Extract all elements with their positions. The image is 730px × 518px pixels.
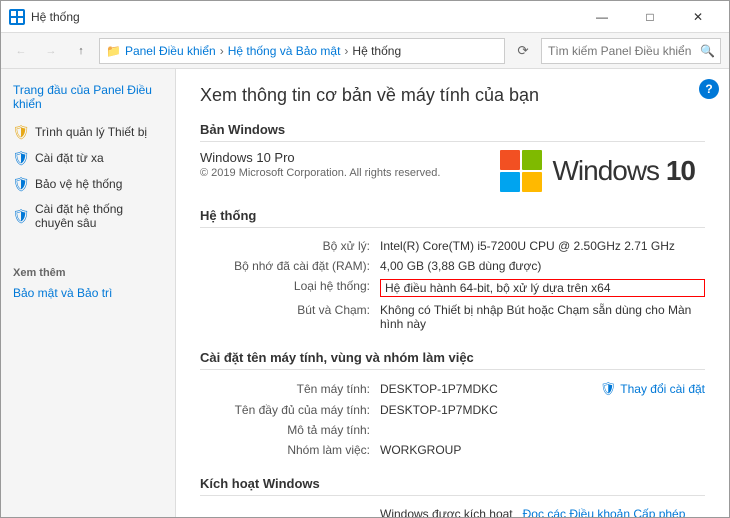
sidebar-item-device-manager[interactable]: 🛡 Trình quản lý Thiết bị xyxy=(1,119,175,145)
window-icon xyxy=(9,9,25,25)
page-title: Xem thông tin cơ bản về máy tính của bạn xyxy=(200,85,705,106)
address-bar: ← → ↑ 📁 Panel Điều khiển › Hệ thống và B… xyxy=(1,33,729,69)
os-type-value: Hệ điều hành 64-bit, bộ xử lý dựa trên x… xyxy=(380,279,705,297)
content-area: ? Xem thông tin cơ bản về máy tính của b… xyxy=(176,69,729,517)
computer-name-section: Cài đặt tên máy tính, vùng và nhóm làm v… xyxy=(200,350,705,460)
description-label: Mô tả máy tính: xyxy=(200,423,380,437)
breadcrumb-sep-1: › xyxy=(220,44,224,58)
activation-status-label xyxy=(200,507,380,517)
workgroup-label: Nhóm làm việc: xyxy=(200,443,380,457)
description-value xyxy=(380,423,705,437)
sidebar-item-system-protection[interactable]: 🛡 Bảo vệ hệ thống xyxy=(1,171,175,197)
main-window: Hệ thống — □ ✕ ← → ↑ 📁 Panel Điều khiển … xyxy=(0,0,730,518)
os-type-row: Loại hệ thống: Hệ điều hành 64-bit, bộ x… xyxy=(200,276,705,300)
computer-name-table: Tên máy tính: DESKTOP-1P7MDKC 🛡 Thay đổi… xyxy=(200,378,705,460)
see-also-title: Xem thêm xyxy=(1,255,175,283)
sidebar-item-label-device: Trình quản lý Thiết bị xyxy=(35,125,147,139)
activation-status-text: Windows được kích hoạt Đọc các Điều khoả… xyxy=(380,507,705,517)
windows-section: Bản Windows Windows 10 Pro © 2019 Micros… xyxy=(200,122,705,192)
description-row: Mô tả máy tính: xyxy=(200,420,705,440)
os-type-label: Loại hệ thống: xyxy=(200,279,380,297)
sidebar-home-link[interactable]: Trang đầu của Panel Điều khiển xyxy=(1,79,175,119)
ram-row: Bộ nhớ đã cài đặt (RAM): 4,00 GB (3,88 G… xyxy=(200,256,705,276)
breadcrumb-bar: 📁 Panel Điều khiển › Hệ thống và Bảo mật… xyxy=(99,38,505,64)
shield-icon-blue-3: 🛡 xyxy=(13,208,29,224)
cpu-row: Bộ xử lý: Intel(R) Core(TM) i5-7200U CPU… xyxy=(200,236,705,256)
title-bar-left: Hệ thống xyxy=(9,9,80,25)
activation-status-row: Windows được kích hoạt Đọc các Điều khoả… xyxy=(200,504,705,517)
shield-icon-blue-2: 🛡 xyxy=(13,176,29,192)
sidebar-link-security[interactable]: Bảo mật và Bảo trì xyxy=(1,283,175,303)
sidebar-item-remote[interactable]: 🛡 Cài đặt từ xa xyxy=(1,145,175,171)
breadcrumb-current: Hệ thống xyxy=(352,44,401,58)
flag-pane-yellow xyxy=(522,172,542,192)
windows-version-text: 10 xyxy=(666,155,695,186)
sidebar-item-advanced[interactable]: 🛡 Cài đặt hệ thống chuyên sâu xyxy=(1,197,175,235)
window-controls: — □ ✕ xyxy=(579,3,721,31)
full-name-label: Tên đầy đủ của máy tính: xyxy=(200,403,380,417)
pc-name-row: Tên máy tính: DESKTOP-1P7MDKC 🛡 Thay đổi… xyxy=(200,378,705,400)
system-info-table: Bộ xử lý: Intel(R) Core(TM) i5-7200U CPU… xyxy=(200,236,705,334)
computer-name-header: Cài đặt tên máy tính, vùng và nhóm làm v… xyxy=(200,350,705,370)
close-button[interactable]: ✕ xyxy=(675,3,721,31)
workgroup-row: Nhóm làm việc: WORKGROUP xyxy=(200,440,705,460)
folder-icon: 📁 xyxy=(106,44,121,58)
search-wrapper: 🔍 xyxy=(541,38,721,64)
pen-touch-label: Bút và Chạm: xyxy=(200,303,380,331)
windows-text: Windows xyxy=(552,155,659,186)
shield-icon-yellow: 🛡 xyxy=(13,124,29,140)
windows-logo: Windows 10 xyxy=(500,150,705,192)
title-bar: Hệ thống — □ ✕ xyxy=(1,1,729,33)
change-settings-button[interactable]: 🛡 Thay đổi cài đặt xyxy=(600,381,705,397)
back-button[interactable]: ← xyxy=(9,39,33,63)
pc-name-label: Tên máy tính: xyxy=(200,382,380,396)
up-button[interactable]: ↑ xyxy=(69,39,93,63)
pen-touch-value: Không có Thiết bị nhập Bút hoặc Chạm sẵn… xyxy=(380,303,705,331)
windows-copyright: © 2019 Microsoft Corporation. All rights… xyxy=(200,167,480,179)
forward-button[interactable]: → xyxy=(39,39,63,63)
flag-pane-red xyxy=(500,150,520,170)
workgroup-value: WORKGROUP xyxy=(380,443,705,457)
ram-value: 4,00 GB (3,88 GB dùng được) xyxy=(380,259,705,273)
pc-name-value: DESKTOP-1P7MDKC xyxy=(380,382,600,396)
system-section: Hệ thống Bộ xử lý: Intel(R) Core(TM) i5-… xyxy=(200,208,705,334)
windows-section-header: Bản Windows xyxy=(200,122,705,142)
breadcrumb-system-security[interactable]: Hệ thống và Bảo mật xyxy=(228,44,341,58)
cpu-label: Bộ xử lý: xyxy=(200,239,380,253)
help-button[interactable]: ? xyxy=(699,79,719,99)
full-name-value: DESKTOP-1P7MDKC xyxy=(380,403,705,417)
windows-flag-icon xyxy=(500,150,542,192)
breadcrumb-panel[interactable]: Panel Điều khiển xyxy=(125,44,216,58)
windows-info-row: Windows 10 Pro © 2019 Microsoft Corporat… xyxy=(200,150,705,192)
change-settings-label: Thay đổi cài đặt xyxy=(620,382,705,396)
activation-header: Kích hoạt Windows xyxy=(200,476,705,496)
system-section-header: Hệ thống xyxy=(200,208,705,228)
shield-change-icon: 🛡 xyxy=(600,381,617,397)
shield-icon-blue-1: 🛡 xyxy=(13,150,29,166)
full-name-row: Tên đầy đủ của máy tính: DESKTOP-1P7MDKC xyxy=(200,400,705,420)
flag-pane-blue xyxy=(500,172,520,192)
sidebar-item-label-advanced: Cài đặt hệ thống chuyên sâu xyxy=(35,202,163,230)
refresh-button[interactable]: ⟳ xyxy=(511,39,535,63)
windows-edition: Windows 10 Pro xyxy=(200,150,480,165)
ram-label: Bộ nhớ đã cài đặt (RAM): xyxy=(200,259,380,273)
activation-section: Kích hoạt Windows Windows được kích hoạt… xyxy=(200,476,705,517)
maximize-button[interactable]: □ xyxy=(627,3,673,31)
main-layout: Trang đầu của Panel Điều khiển 🛡 Trình q… xyxy=(1,69,729,517)
pen-touch-row: Bút và Chạm: Không có Thiết bị nhập Bút … xyxy=(200,300,705,334)
sidebar: Trang đầu của Panel Điều khiển 🛡 Trình q… xyxy=(1,69,176,517)
window-title: Hệ thống xyxy=(31,10,80,24)
sidebar-item-label-protection: Bảo vệ hệ thống xyxy=(35,177,122,191)
breadcrumb-sep-2: › xyxy=(344,44,348,58)
windows-info-text: Windows 10 Pro © 2019 Microsoft Corporat… xyxy=(200,150,480,179)
search-input[interactable] xyxy=(541,38,721,64)
sidebar-item-label-remote: Cài đặt từ xa xyxy=(35,151,104,165)
windows-logo-text: Windows 10 xyxy=(552,155,695,187)
minimize-button[interactable]: — xyxy=(579,3,625,31)
cpu-value: Intel(R) Core(TM) i5-7200U CPU @ 2.50GHz… xyxy=(380,239,705,253)
flag-pane-green xyxy=(522,150,542,170)
